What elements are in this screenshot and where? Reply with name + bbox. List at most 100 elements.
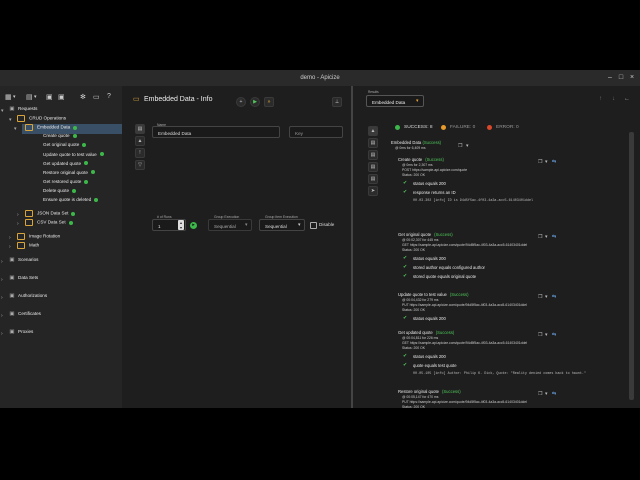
section-icon: ▣ bbox=[9, 256, 15, 263]
sidebar-item[interactable]: › ▣ Data Sets bbox=[1, 274, 38, 285]
response-tab-icon[interactable]: ▤ bbox=[368, 162, 378, 172]
navigation-sidebar: ▦ ▾ ▤ ▾ ▣ ▣ ✻ ▭ ? ▾ ▣ Requests ▾ CRUD Operat… bbox=[0, 86, 122, 408]
run-count-icon[interactable]: ▸ bbox=[190, 222, 197, 229]
warnings-tab-icon[interactable]: ! bbox=[135, 148, 145, 158]
split-icon[interactable]: ⇆ bbox=[552, 159, 556, 165]
chevron-down-icon: ▾ bbox=[298, 222, 301, 228]
check-icon: ✔ bbox=[403, 273, 408, 279]
disable-label: Disable bbox=[319, 222, 335, 227]
chevron-right-icon[interactable]: › bbox=[1, 331, 3, 337]
section-time: @ 00:04,432 for 279 ms bbox=[402, 298, 439, 302]
chevron-down-icon[interactable]: ▾ bbox=[545, 159, 548, 165]
results-scrollbar[interactable] bbox=[629, 132, 634, 400]
chevron-down-icon[interactable]: ▾ bbox=[13, 94, 16, 100]
chevron-right-icon[interactable]: › bbox=[1, 259, 3, 265]
sidebar-item[interactable]: › ▣ Scenarios bbox=[1, 256, 38, 267]
monitor-icon[interactable]: ▭ bbox=[93, 93, 100, 101]
minimize-icon[interactable]: – bbox=[606, 74, 614, 82]
arrow-left-icon[interactable]: ← bbox=[624, 96, 630, 102]
copy-icon[interactable]: ❐ bbox=[538, 332, 542, 338]
save-icon[interactable]: ▣ bbox=[46, 93, 53, 101]
section-status: (Success) bbox=[441, 389, 461, 394]
chevron-right-icon[interactable]: › bbox=[1, 295, 3, 301]
add-icon[interactable]: + bbox=[236, 97, 246, 107]
failure-count[interactable]: FAILURE: 0 bbox=[450, 125, 475, 130]
split-icon[interactable]: ⇆ bbox=[552, 294, 556, 300]
help-icon[interactable]: ? bbox=[107, 93, 111, 100]
runs-stepper[interactable]: ▴ ▾ bbox=[178, 220, 184, 230]
chevron-down-icon[interactable]: ▾ bbox=[34, 94, 37, 100]
root-title: Embedded Data bbox=[391, 140, 422, 145]
sidebar-item-label: Restore original quote bbox=[43, 169, 88, 175]
details-tab-icon[interactable]: ▤ bbox=[368, 138, 378, 148]
sidebar-item-label: Delete quote bbox=[43, 187, 70, 193]
close-icon[interactable]: × bbox=[628, 74, 636, 82]
info-tab-icon[interactable]: ▤ bbox=[135, 124, 145, 134]
split-icon[interactable]: ⇆ bbox=[552, 391, 556, 397]
section-icon: ▣ bbox=[9, 274, 15, 281]
error-count[interactable]: ERROR: 0 bbox=[496, 125, 519, 130]
copy-icon[interactable]: ❐ bbox=[538, 159, 542, 165]
send-tab-icon[interactable]: ➤ bbox=[368, 186, 378, 196]
copy-icon[interactable]: ❐ bbox=[538, 391, 542, 397]
success-count[interactable]: SUCCESS: 8 bbox=[404, 125, 433, 130]
sidebar-item-label: Requests bbox=[18, 106, 38, 111]
section-status: (Success) bbox=[425, 157, 444, 162]
parameters-tab-icon[interactable]: ▲ bbox=[135, 136, 145, 146]
check-icon: ✔ bbox=[403, 315, 408, 321]
save-as-icon[interactable]: ▣ bbox=[58, 93, 65, 101]
section-time: @ 00:05,147 for 470 ms bbox=[402, 395, 439, 399]
file-menu-icon[interactable]: ▤ bbox=[26, 93, 33, 101]
sidebar-item[interactable]: › CSV Data Set bbox=[17, 219, 73, 229]
chevron-right-icon[interactable]: › bbox=[17, 221, 19, 227]
chevron-down-icon[interactable]: ▾ bbox=[545, 391, 548, 397]
chevron-down-icon[interactable]: ▾ bbox=[545, 234, 548, 240]
chevron-down-icon[interactable]: ▾ bbox=[1, 108, 4, 114]
copy-icon[interactable]: ❐ bbox=[458, 143, 462, 149]
disable-checkbox[interactable] bbox=[310, 222, 317, 229]
new-menu-icon[interactable]: ▦ bbox=[5, 93, 12, 101]
copy-icon[interactable]: ❐ bbox=[538, 294, 542, 300]
section-icon: ▣ bbox=[9, 106, 15, 112]
split-icon[interactable]: ⇆ bbox=[552, 234, 556, 240]
folder-icon bbox=[17, 115, 25, 123]
section-title: Restore original quote bbox=[398, 389, 439, 394]
copy-icon[interactable]: ❐ bbox=[538, 234, 542, 240]
chevron-down-icon[interactable]: ▾ bbox=[14, 126, 17, 132]
run-fast-icon[interactable]: » bbox=[264, 97, 274, 107]
arrow-down-icon[interactable]: ↓ bbox=[612, 96, 615, 102]
chevron-down-icon[interactable]: ▾ bbox=[545, 332, 548, 338]
sidebar-item[interactable]: Ensure quote is deleted bbox=[43, 197, 99, 207]
split-icon[interactable]: ⇆ bbox=[552, 332, 556, 338]
results-tree: Embedded Data (Success) @ 0ms for 6,409 … bbox=[386, 134, 626, 408]
sidebar-item[interactable]: › ▣ Certificates bbox=[1, 311, 41, 321]
split-view-icon[interactable]: ⟂ bbox=[332, 97, 342, 107]
chevron-right-icon[interactable]: › bbox=[9, 235, 11, 241]
name-field[interactable]: Embedded Data bbox=[152, 126, 280, 138]
filter-tab-icon[interactable]: ▽ bbox=[135, 160, 145, 170]
results-tab-icon[interactable]: ▲ bbox=[368, 126, 378, 136]
chevron-down-icon[interactable]: ▾ bbox=[545, 294, 548, 300]
headers-tab-icon[interactable]: ▤ bbox=[368, 174, 378, 184]
sidebar-item[interactable]: › Math bbox=[9, 242, 39, 252]
section-header: Restore original quote (Success) bbox=[398, 389, 461, 394]
chevron-right-icon[interactable]: › bbox=[17, 212, 19, 218]
chevron-right-icon[interactable]: › bbox=[1, 277, 3, 283]
key-field[interactable]: Key bbox=[289, 126, 343, 138]
response-status: Status: 200 OK bbox=[402, 405, 425, 408]
settings-icon[interactable]: ✻ bbox=[80, 93, 86, 101]
chevron-down-icon[interactable]: ▾ bbox=[466, 143, 469, 149]
chevron-down-icon: ▾ bbox=[416, 98, 419, 104]
section-header: Get updated quote (Success) bbox=[398, 330, 454, 335]
chevron-down-icon[interactable]: ▾ bbox=[9, 117, 12, 123]
sidebar-item[interactable]: › ▣ Proxies bbox=[1, 329, 33, 339]
panel-divider[interactable] bbox=[351, 86, 353, 408]
run-icon[interactable]: ▶ bbox=[250, 97, 260, 107]
maximize-icon[interactable]: □ bbox=[617, 74, 625, 82]
test-result: status equals 200 bbox=[413, 354, 446, 359]
chevron-right-icon[interactable]: › bbox=[1, 313, 3, 319]
chevron-right-icon[interactable]: › bbox=[9, 244, 11, 250]
sidebar-item[interactable]: › ▣ Authorizations bbox=[1, 293, 47, 303]
arrow-up-icon[interactable]: ↑ bbox=[599, 96, 602, 102]
request-tab-icon[interactable]: ▤ bbox=[368, 150, 378, 160]
